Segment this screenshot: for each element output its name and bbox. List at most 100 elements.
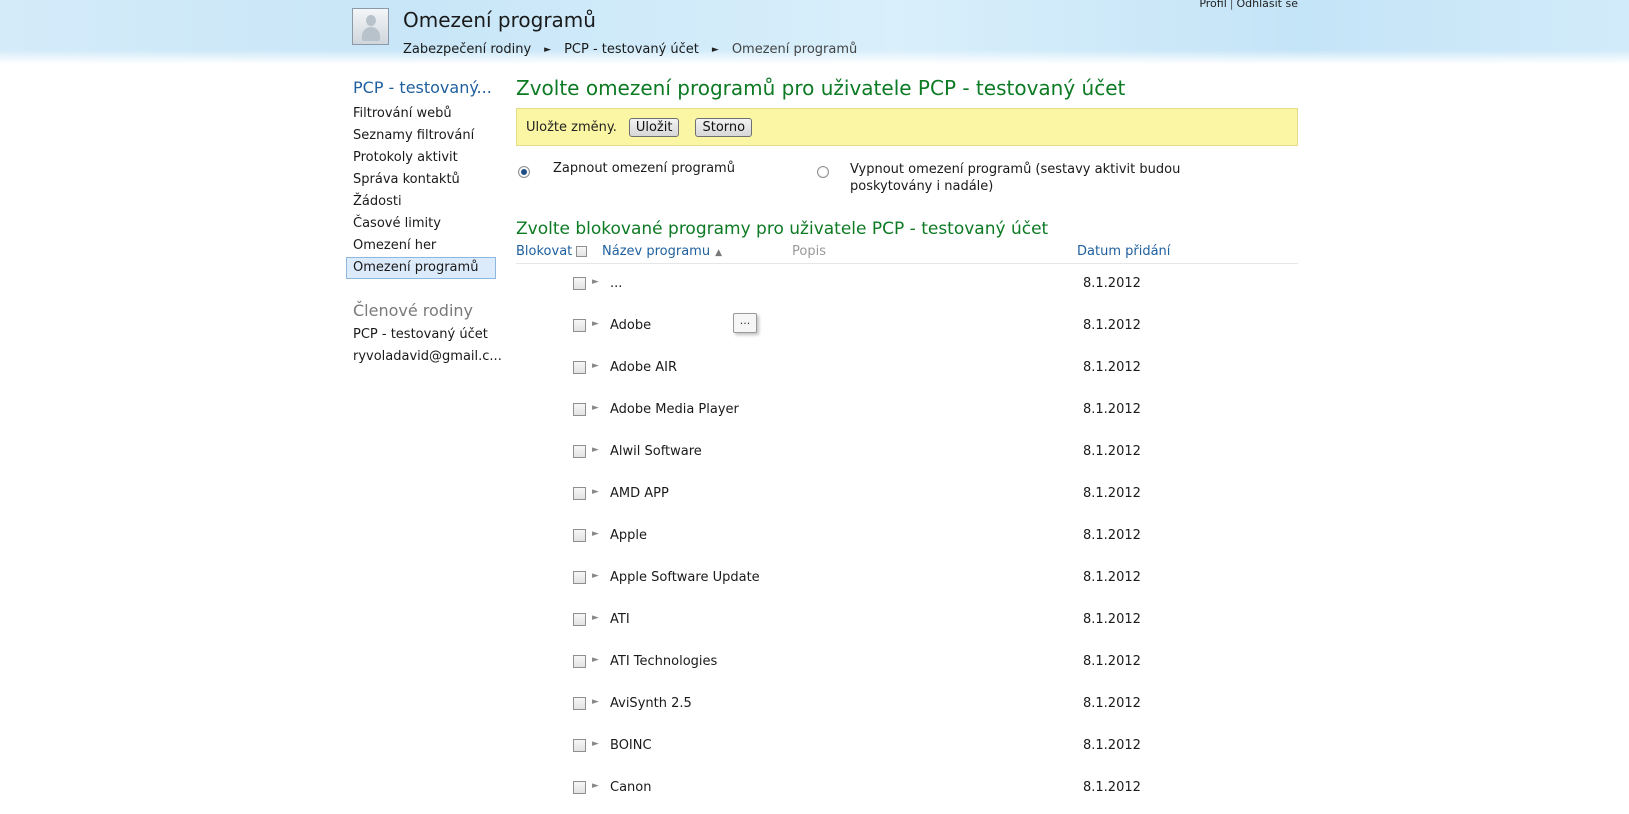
sidebar-account-heading[interactable]: PCP - testovaný... (353, 78, 496, 97)
sidebar-item-time-limits[interactable]: Časové limity (346, 213, 496, 235)
program-name: AMD APP (610, 486, 669, 501)
sidebar-item-contact-management[interactable]: Správa kontaktů (346, 169, 496, 191)
block-checkbox[interactable] (573, 277, 586, 290)
date-added: 8.1.2012 (1083, 780, 1141, 795)
expand-arrow-icon[interactable]: ► (592, 403, 599, 413)
date-added: 8.1.2012 (1083, 570, 1141, 585)
radio-disable-label[interactable]: Vypnout omezení programů (sestavy aktivi… (850, 161, 1250, 195)
column-block[interactable]: Blokovat (516, 244, 588, 259)
column-program-name[interactable]: Název programu ▲ (602, 244, 722, 259)
table-row: ► Adobe AIR 8.1.2012 (516, 348, 1298, 390)
restrictions-title: Zvolte omezení programů pro uživatele PC… (516, 76, 1126, 100)
block-checkbox[interactable] (573, 361, 586, 374)
sidebar-item-requests[interactable]: Žádosti (346, 191, 496, 213)
date-added: 8.1.2012 (1083, 654, 1141, 669)
date-added: 8.1.2012 (1083, 612, 1141, 627)
expand-arrow-icon[interactable]: ► (592, 277, 599, 287)
breadcrumb-separator-icon: ► (711, 44, 719, 55)
date-added: 8.1.2012 (1083, 528, 1141, 543)
expand-arrow-icon[interactable]: ► (592, 571, 599, 581)
program-name: Adobe AIR (610, 360, 678, 375)
expand-arrow-icon[interactable]: ► (592, 529, 599, 539)
sort-ascending-icon: ▲ (715, 248, 722, 258)
block-checkbox[interactable] (573, 697, 586, 710)
date-added: 8.1.2012 (1083, 444, 1141, 459)
program-name: ATI (610, 612, 630, 627)
block-checkbox[interactable] (573, 319, 586, 332)
sidebar-item-filter-lists[interactable]: Seznamy filtrování (346, 125, 496, 147)
sidebar-item-app-restrictions[interactable]: Omezení programů (346, 257, 496, 279)
block-checkbox[interactable] (573, 529, 586, 542)
save-bar-text: Uložte změny. (526, 119, 617, 135)
date-added: 8.1.2012 (1083, 276, 1141, 291)
radio-enable-label[interactable]: Zapnout omezení programů (553, 161, 735, 176)
table-row: ► ATI Technologies 8.1.2012 (516, 642, 1298, 684)
block-checkbox[interactable] (573, 739, 586, 752)
date-added: 8.1.2012 (1083, 486, 1141, 501)
table-row: ► Alwil Software 8.1.2012 (516, 432, 1298, 474)
restriction-toggle: Zapnout omezení programů Vypnout omezení… (516, 161, 1298, 209)
page-title: Omezení programů (403, 8, 596, 32)
block-checkbox[interactable] (573, 781, 586, 794)
expand-arrow-icon[interactable]: ► (592, 697, 599, 707)
table-row: ► Adobe 8.1.2012 (516, 306, 1298, 348)
radio-disable-restrictions[interactable] (817, 166, 829, 178)
block-checkbox[interactable] (573, 445, 586, 458)
table-header: Blokovat Název programu ▲ Popis Datum při… (516, 241, 1298, 264)
breadcrumb-link-family-safety[interactable]: Zabezpečení rodiny (403, 42, 531, 57)
more-options-button[interactable]: ... (733, 313, 757, 333)
family-member-link[interactable]: PCP - testovaný účet (346, 324, 496, 346)
logout-link[interactable]: Odhlásit se (1236, 0, 1298, 10)
table-row: ► Canon 8.1.2012 (516, 768, 1298, 810)
select-all-checkbox[interactable] (576, 246, 588, 257)
program-list: ►... 8.1.2012 ► Adobe 8.1.2012 ► Adobe AIR 8.1.… (516, 264, 1298, 810)
program-name: Apple (610, 528, 648, 543)
date-added: 8.1.2012 (1083, 402, 1141, 417)
column-date-added[interactable]: Datum přidání (1077, 244, 1170, 259)
expand-arrow-icon[interactable]: ► (592, 319, 599, 329)
breadcrumb: Zabezpečení rodiny ► PCP - testovaný úče… (403, 42, 857, 57)
table-row: ► ATI 8.1.2012 (516, 600, 1298, 642)
table-row: ► Apple 8.1.2012 (516, 516, 1298, 558)
block-checkbox[interactable] (573, 655, 586, 668)
program-name: Apple Software Update (610, 570, 760, 585)
family-member-link[interactable]: ryvoladavid@gmail.c... (346, 346, 502, 368)
save-bar: Uložte změny. Uložit Storno (516, 108, 1298, 146)
expand-arrow-icon[interactable]: ► (592, 655, 599, 665)
expand-arrow-icon[interactable]: ► (592, 361, 599, 371)
block-checkbox[interactable] (573, 403, 586, 416)
program-name: BOINC (610, 738, 652, 753)
top-links-separator: | (1229, 0, 1234, 10)
cancel-button[interactable]: Storno (695, 117, 753, 137)
save-button[interactable]: Uložit (628, 117, 680, 137)
date-added: 8.1.2012 (1083, 318, 1141, 333)
table-row: ►... 8.1.2012 (516, 264, 1298, 306)
table-row: ► Adobe Media Player 8.1.2012 (516, 390, 1298, 432)
program-name: Canon (610, 780, 652, 795)
program-name: Alwil Software (610, 444, 702, 459)
table-row: ► AMD APP 8.1.2012 (516, 474, 1298, 516)
breadcrumb-separator-icon: ► (544, 44, 552, 55)
sidebar-item-game-restrictions[interactable]: Omezení her (346, 235, 496, 257)
profile-link[interactable]: Profil (1199, 0, 1226, 10)
expand-arrow-icon[interactable]: ► (592, 781, 599, 791)
date-added: 8.1.2012 (1083, 696, 1141, 711)
breadcrumb-link-account[interactable]: PCP - testovaný účet (564, 42, 699, 57)
block-checkbox[interactable] (573, 613, 586, 626)
expand-arrow-icon[interactable]: ► (592, 487, 599, 497)
expand-arrow-icon[interactable]: ► (592, 445, 599, 455)
expand-arrow-icon[interactable]: ► (592, 739, 599, 749)
column-description: Popis (792, 244, 826, 259)
radio-enable-restrictions[interactable] (518, 166, 530, 178)
family-members-heading: Členové rodiny (353, 301, 474, 320)
block-checkbox[interactable] (573, 571, 586, 584)
program-name: AviSynth 2.5 (610, 696, 692, 711)
sidebar-item-activity-reports[interactable]: Protokoly aktivit (346, 147, 496, 169)
sidebar-item-web-filtering[interactable]: Filtrování webů (346, 103, 496, 125)
main-content: Zvolte omezení programů pro uživatele PC… (516, 74, 1298, 810)
expand-arrow-icon[interactable]: ► (592, 613, 599, 623)
program-name: ... (610, 276, 623, 291)
user-avatar-icon (352, 8, 389, 45)
date-added: 8.1.2012 (1083, 738, 1141, 753)
block-checkbox[interactable] (573, 487, 586, 500)
